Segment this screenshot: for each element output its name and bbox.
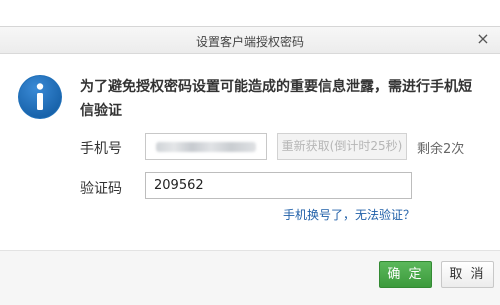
dialog-title: 设置客户端授权密码 bbox=[195, 35, 304, 49]
dialog-titlebar: 设置客户端授权密码 × bbox=[0, 26, 500, 54]
phone-label: 手机号 bbox=[80, 141, 122, 157]
verification-code-input[interactable]: 209562 bbox=[145, 172, 412, 199]
phone-field bbox=[145, 133, 267, 160]
info-icon bbox=[18, 75, 62, 119]
masked-phone-number bbox=[156, 142, 256, 152]
code-label: 验证码 bbox=[80, 181, 122, 197]
warning-message: 为了避免授权密码设置可能造成的重要信息泄露，需进行手机短信验证 bbox=[80, 79, 472, 119]
ok-button[interactable]: 确 定 bbox=[379, 261, 432, 288]
cancel-button[interactable]: 取 消 bbox=[441, 261, 494, 288]
close-icon[interactable]: × bbox=[474, 30, 492, 48]
resend-code-button[interactable]: 重新获取(倒计时25秒) bbox=[277, 133, 407, 160]
remaining-attempts: 剩余2次 bbox=[417, 142, 465, 157]
phone-changed-link[interactable]: 手机换号了，无法验证？ bbox=[283, 206, 415, 223]
